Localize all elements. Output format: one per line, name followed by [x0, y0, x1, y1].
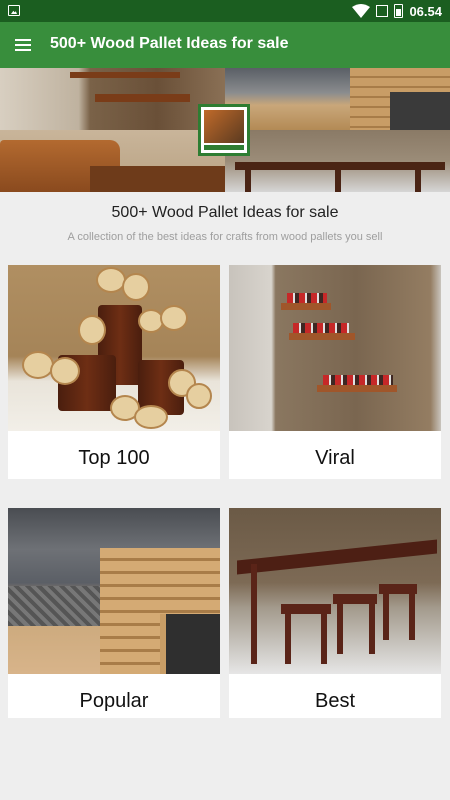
status-bar: 06.54: [0, 0, 450, 22]
image-notification-icon: [8, 5, 20, 16]
app-title: 500+ Wood Pallet Ideas for sale: [50, 35, 289, 52]
banner-image-bar-table: [225, 130, 450, 192]
category-image: [8, 265, 220, 431]
banner-image-stairs: [225, 68, 450, 130]
clock: 06.54: [409, 3, 442, 19]
app-bar: 500+ Wood Pallet Ideas for sale: [0, 22, 450, 68]
category-label: Top 100: [78, 447, 150, 469]
no-sim-icon: [376, 5, 389, 17]
wifi-icon: [352, 4, 371, 18]
category-label: Viral: [315, 447, 355, 469]
category-card-viral[interactable]: Viral: [229, 265, 441, 479]
category-image: [229, 265, 441, 431]
banner-image-shelves: [0, 68, 225, 130]
category-card-best[interactable]: Best: [229, 508, 441, 718]
category-card-popular[interactable]: Popular: [8, 508, 220, 718]
menu-icon[interactable]: [15, 39, 31, 51]
battery-icon: [394, 4, 404, 18]
category-label: Popular: [79, 690, 149, 712]
category-image: [8, 508, 220, 674]
header-banner: [0, 68, 450, 192]
info-title: 500+ Wood Pallet Ideas for sale: [111, 204, 339, 221]
category-card-top-100[interactable]: Top 100: [8, 265, 220, 479]
category-image: [229, 508, 441, 674]
info-subtitle: A collection of the best ideas for craft…: [67, 231, 383, 243]
category-label: Best: [314, 690, 356, 712]
app-logo: [198, 104, 250, 156]
banner-image-bench: [0, 130, 225, 192]
status-icons: 06.54: [352, 0, 442, 22]
